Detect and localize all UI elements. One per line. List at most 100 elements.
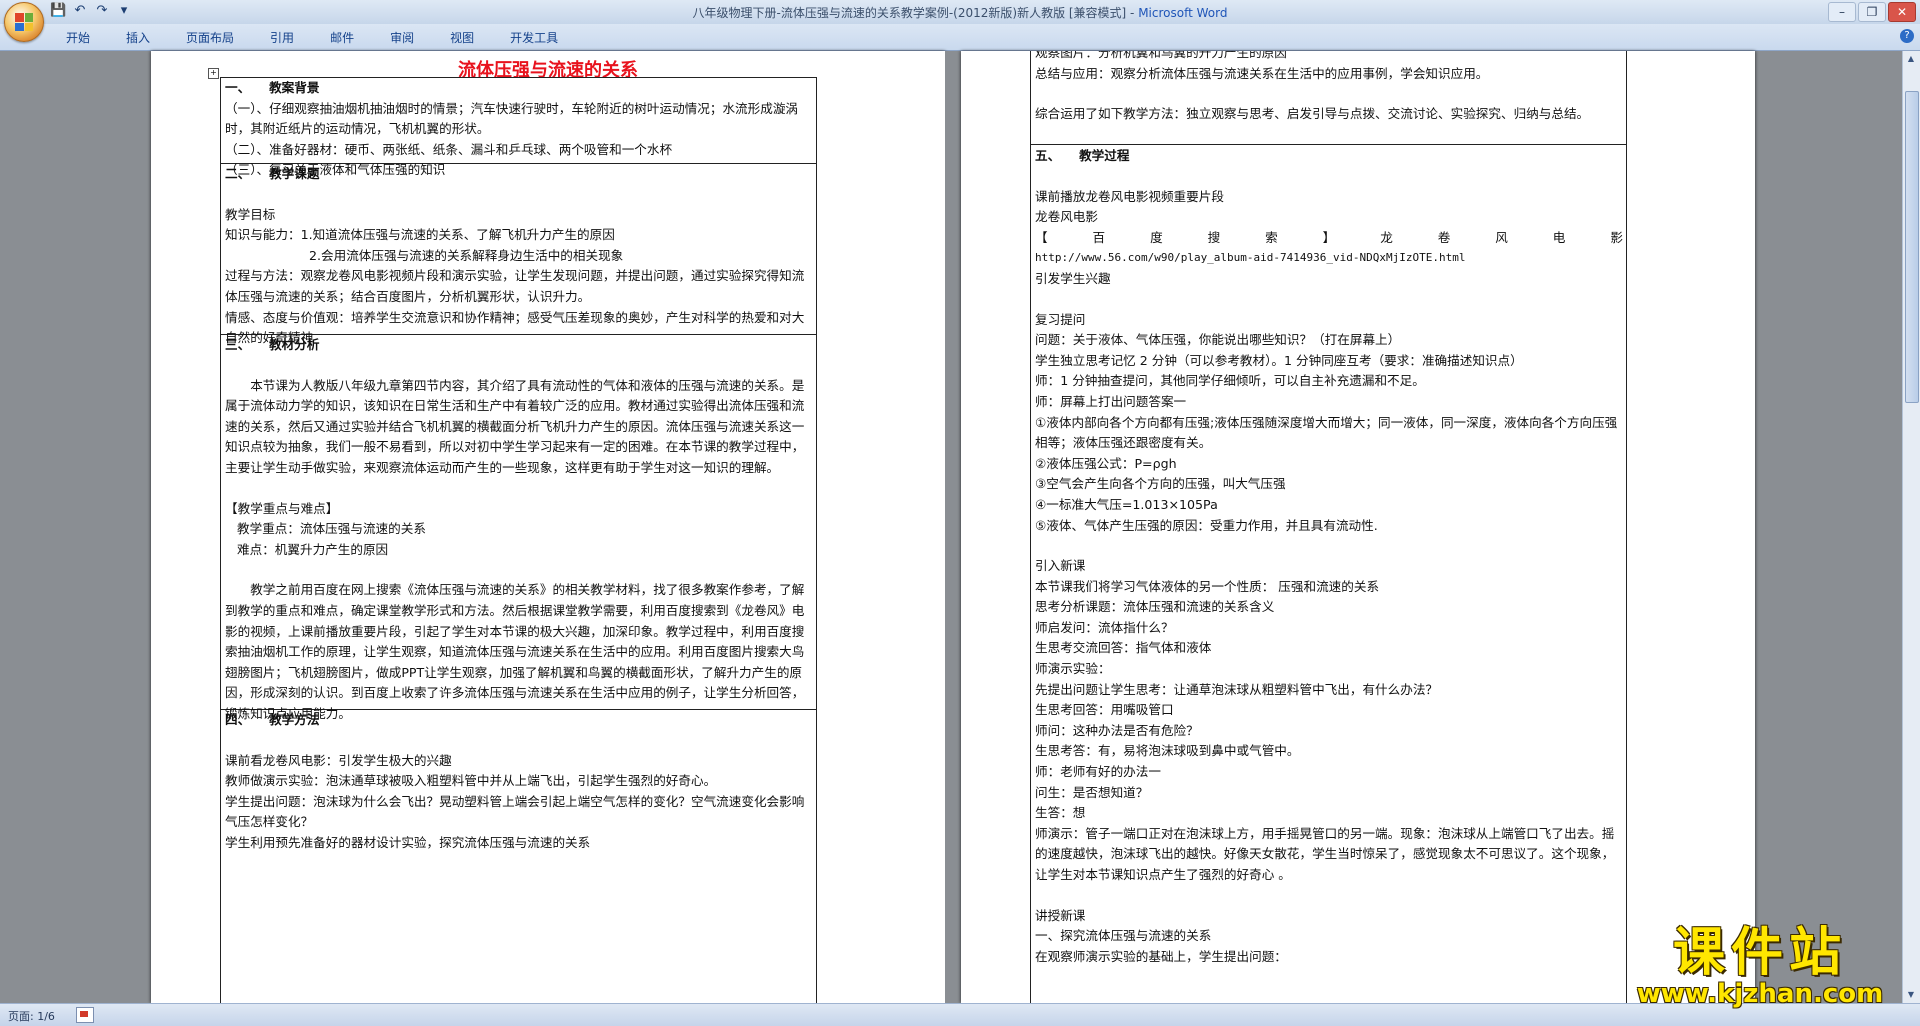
- tab-view[interactable]: 视图: [432, 29, 492, 46]
- tab-developer[interactable]: 开发工具: [492, 29, 576, 46]
- watermark-line-2: www.kjzhan.com: [1636, 979, 1884, 1009]
- link-char: 】: [1322, 229, 1336, 245]
- method-line: 教师做演示实验：泡沫通草球被吸入粗塑料管中并从上端飞出，引起学生强烈的好奇心。: [225, 773, 717, 789]
- process-line: ⑤液体、气体产生压强的原因：受重力作用，并且具有流动性.: [1035, 517, 1378, 533]
- window-title-doc: 八年级物理下册-流体压强与流速的关系教学案例-(2012新版)新人教版 [兼容模…: [692, 6, 1139, 20]
- process-line: 讲授新课: [1035, 907, 1086, 923]
- key-points-title: 【教学重点与难点】: [225, 500, 339, 516]
- link-char: 搜: [1207, 229, 1221, 245]
- process-line: 生思考回答：用嘴吸管口: [1035, 702, 1174, 718]
- process-line: 生答：想: [1035, 805, 1086, 821]
- watermark-line-1: 课件站: [1672, 923, 1847, 983]
- tab-insert[interactable]: 插入: [108, 29, 168, 46]
- window-title-app: Microsoft Word: [1138, 6, 1228, 20]
- process-line: ④一标准大气压=1.013×105Pa: [1035, 496, 1218, 512]
- process-line: 先提出问题让学生思考：让通草泡沫球从粗塑料管中飞出，有什么办法？: [1035, 681, 1438, 697]
- method-summary: 综合运用了如下教学方法：独立观察与思考、启发引导与点拨、交流讨论、实验探究、归纳…: [1035, 106, 1590, 122]
- process-line: 龙卷风电影: [1035, 209, 1098, 225]
- help-icon[interactable]: ?: [1900, 29, 1914, 43]
- method-line: 学生利用预先准备好的器材设计实验，探究流体压强与流速的关系: [225, 834, 591, 850]
- process-line: 学生独立思考记忆 2 分钟（可以参考教材）。1 分钟同座互考（要求：准确描述知识…: [1035, 352, 1523, 368]
- method-continued: 观察图片：分析机翼和鸟翼的升力产生的原因 总结与应用：观察分析流体压强与流速关系…: [1035, 51, 1623, 125]
- link-char: 【: [1035, 229, 1048, 245]
- goal-knowledge-2: 2.会用流体压强与流速的关系解释身边生活中的相关现象: [309, 247, 624, 263]
- section-heading: 一、 教案背景: [225, 80, 320, 95]
- list-item: （二）、准备好器材：硬币、两张纸、纸条、漏斗和乒乓球、两个吸管和一个水杯: [225, 141, 673, 157]
- goal-process: 过程与方法：观察龙卷风电影视频片段和演示实验，让学生发现问题，并提出问题，通过实…: [225, 268, 805, 304]
- section-heading: 四、 教学方法: [225, 712, 320, 727]
- process-line: 师：老师有好的办法一: [1035, 764, 1161, 780]
- ribbon-tab-bar: 开始 插入 页面布局 引用 邮件 审阅 视图 开发工具 ?: [0, 24, 1920, 51]
- link-char: 百: [1092, 229, 1106, 245]
- vertical-scrollbar[interactable]: ▲ ▼: [1902, 51, 1920, 1003]
- link-char: 龙: [1380, 229, 1393, 245]
- method-line: 课前看龙卷风电影：引发学生极大的兴趣: [225, 752, 452, 768]
- section-topic: 二、 教学课题 教学目标 知识与能力：1.知道流体压强与流速的关系、了解飞机升力…: [225, 164, 813, 349]
- process-line: 课前播放龙卷风电影视频重要片段: [1035, 188, 1224, 204]
- process-line: 在观察师演示实验的基础上，学生提出问题：: [1035, 948, 1287, 964]
- link-char: 风: [1495, 229, 1508, 245]
- table-row-divider: [1030, 144, 1627, 145]
- process-line: 复习提问: [1035, 311, 1086, 327]
- preparation-paragraph: 教学之前用百度在网上搜索《流体压强与流速的关系》的相关教学材料，找了很多教案作参…: [225, 582, 805, 721]
- page-gap: [945, 51, 961, 1003]
- baidu-search-link[interactable]: 【 百 度 搜 索 】 龙 卷 风 电 影: [1035, 228, 1623, 249]
- process-line: 引发学生兴趣: [1035, 270, 1111, 286]
- restore-icon[interactable]: ❐: [1858, 2, 1886, 22]
- video-url[interactable]: http://www.56.com/w90/play_album-aid-741…: [1035, 248, 1623, 269]
- analysis-paragraph: 本节课为人教版八年级九章第四节内容，其介绍了具有流动性的气体和液体的压强与流速的…: [225, 377, 805, 475]
- link-char: 度: [1150, 229, 1163, 245]
- link-char: 影: [1610, 229, 1623, 245]
- window-controls: – ❐ ✕: [1828, 2, 1916, 22]
- process-line: 师：1 分钟抽查提问，其他同学仔细倾听，可以自主补充遗漏和不足。: [1035, 373, 1425, 389]
- process-line: 问生：是否想知道？: [1035, 784, 1149, 800]
- minimize-icon[interactable]: –: [1828, 2, 1856, 22]
- document-page-1[interactable]: 流体压强与流速的关系 + 一、 教案背景 （一）、仔细观察抽油烟机抽油烟时的情景…: [151, 51, 945, 1003]
- scrollbar-thumb[interactable]: [1905, 91, 1919, 403]
- method-line: 观察图片：分析机翼和鸟翼的升力产生的原因: [1035, 51, 1287, 60]
- process-line: 思考分析课题：流体压强和流速的关系含义: [1035, 599, 1275, 615]
- tab-home[interactable]: 开始: [48, 29, 108, 46]
- process-line: 师问：这种办法是否有危险？: [1035, 722, 1199, 738]
- list-item: （一）、仔细观察抽油烟机抽油烟时的情景；汽车快速行驶时，车轮附近的树叶运动情况；…: [225, 100, 799, 137]
- link-char: 卷: [1437, 229, 1451, 245]
- process-line: 一、探究流体压强与流速的关系: [1035, 928, 1212, 944]
- section-heading: 三、 教材分析: [225, 337, 320, 352]
- window-title: 八年级物理下册-流体压强与流速的关系教学案例-(2012新版)新人教版 [兼容模…: [0, 4, 1920, 21]
- process-line: 生思考交流回答：指气体和液体: [1035, 640, 1212, 656]
- site-watermark-logo: 课件站 www.kjzhan.com: [1610, 925, 1910, 1007]
- link-char: 索: [1265, 229, 1278, 245]
- office-button[interactable]: [4, 2, 44, 42]
- table-move-handle-icon[interactable]: +: [208, 68, 219, 79]
- process-line: ②液体压强公式：P=ρgh: [1035, 455, 1177, 471]
- tab-references[interactable]: 引用: [252, 29, 312, 46]
- page-count[interactable]: 页面: 1/6: [8, 1008, 55, 1024]
- close-icon[interactable]: ✕: [1888, 2, 1916, 22]
- section-teaching-method: 四、 教学方法 课前看龙卷风电影：引发学生极大的兴趣 教师做演示实验：泡沫通草球…: [225, 710, 813, 854]
- method-line: 总结与应用：观察分析流体压强与流速关系在生活中的应用事例，学会知识应用。: [1035, 65, 1489, 81]
- process-line: 师演示：管子一端口正对在泡沫球上方，用手摇晃管口的另一端。现象：泡沫球从上端管口…: [1035, 825, 1615, 882]
- process-line: ①液体内部向各个方向都有压强;液体压强随深度增大而增大；同一液体，同一深度，液体…: [1035, 414, 1618, 451]
- tab-page-layout[interactable]: 页面布局: [168, 29, 252, 46]
- process-line: 师演示实验：: [1035, 661, 1111, 677]
- tab-review[interactable]: 审阅: [372, 29, 432, 46]
- process-line: 问题：关于液体、气体压强，你能说出哪些知识？（打在屏幕上）: [1035, 332, 1401, 348]
- document-page-2[interactable]: 观察图片：分析机翼和鸟翼的升力产生的原因 总结与应用：观察分析流体压强与流速关系…: [961, 51, 1755, 1003]
- ribbon-tabs: 开始 插入 页面布局 引用 邮件 审阅 视图 开发工具: [48, 29, 576, 46]
- tab-mailings[interactable]: 邮件: [312, 29, 372, 46]
- proofing-icon[interactable]: [76, 1007, 94, 1023]
- process-line: ③空气会产生向各个方向的压强，叫大气压强: [1035, 476, 1286, 492]
- scroll-up-icon[interactable]: ▲: [1905, 53, 1917, 65]
- process-line: 师启发问：流体指什么？: [1035, 619, 1174, 635]
- process-line: 师：屏幕上打出问题答案一: [1035, 393, 1187, 409]
- method-line: 学生提出问题：泡沫球为什么会飞出？晃动塑料管上端会引起上端空气怎样的变化？空气流…: [225, 793, 805, 830]
- section-material-analysis: 三、 教材分析 本节课为人教版八年级九章第四节内容，其介绍了具有流动性的气体和液…: [225, 335, 813, 725]
- difficult-point: 难点：机翼升力产生的原因: [237, 541, 389, 557]
